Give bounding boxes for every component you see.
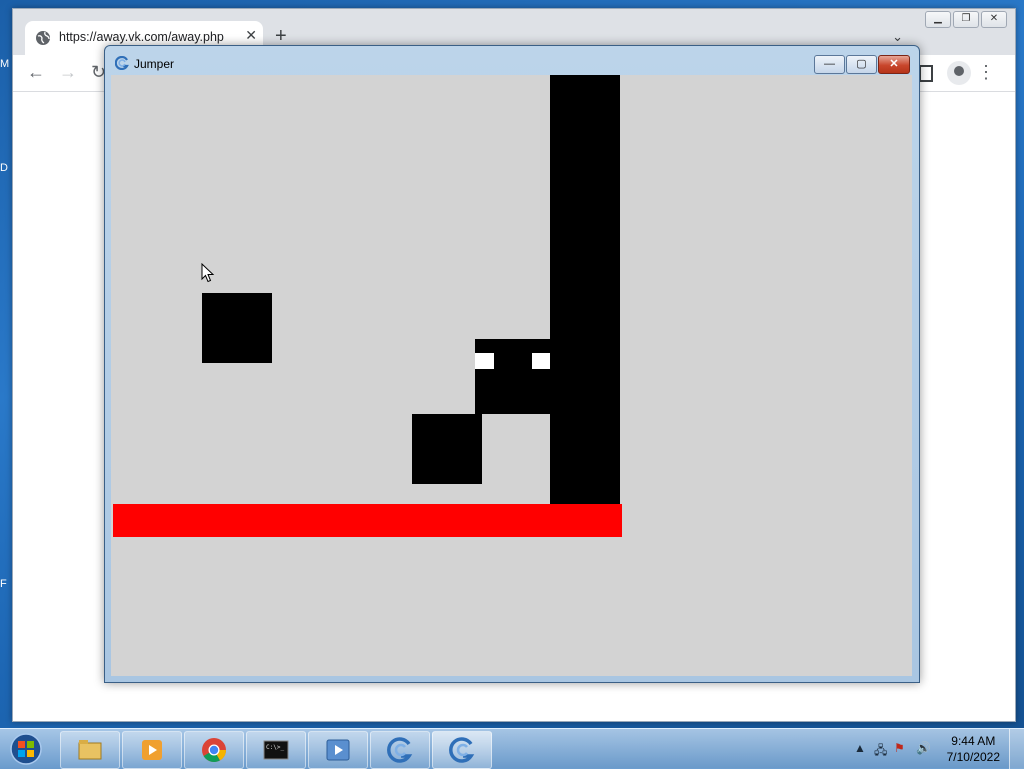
more-menu-icon[interactable]: ⋮ bbox=[977, 62, 995, 83]
show-hidden-icons-icon[interactable]: ▲ bbox=[854, 741, 866, 755]
ground-block bbox=[412, 414, 482, 484]
globe-icon bbox=[36, 31, 50, 45]
taskbar-jumper-button[interactable] bbox=[370, 731, 430, 769]
taskbar-jumper-button-active[interactable] bbox=[432, 731, 492, 769]
windows-taskbar: C:\>_ ▲ 🖧 ⚑ 🔊 9:44 AM 7/10/2022 bbox=[0, 728, 1024, 769]
taskbar-media-player-button[interactable] bbox=[122, 731, 182, 769]
red-floor-platform bbox=[113, 504, 622, 537]
taskbar-video-player-button[interactable] bbox=[308, 731, 368, 769]
taskbar-explorer-button[interactable] bbox=[60, 731, 120, 769]
jumper-window: Jumper — ▢ ✕ bbox=[104, 45, 920, 683]
chrome-icon bbox=[202, 738, 226, 763]
folder-icon bbox=[78, 740, 102, 760]
chevron-down-icon[interactable]: ⌄ bbox=[892, 29, 903, 45]
start-button-windows-icon[interactable] bbox=[6, 731, 46, 767]
jumper-app-icon bbox=[387, 737, 413, 763]
close-button[interactable]: ✕ bbox=[878, 55, 910, 74]
jumper-app-icon bbox=[449, 737, 475, 763]
media-player-icon bbox=[142, 740, 162, 760]
taskbar-chrome-button[interactable] bbox=[184, 731, 244, 769]
game-canvas[interactable] bbox=[111, 75, 912, 676]
forward-arrow-icon[interactable]: → bbox=[59, 63, 77, 81]
jumper-app-icon bbox=[115, 56, 129, 70]
maximize-button[interactable]: ▢ bbox=[846, 55, 877, 74]
player-left-eye bbox=[475, 353, 494, 369]
close-tab-icon[interactable]: ✕ bbox=[245, 27, 257, 44]
command-prompt-icon: C:\>_ bbox=[263, 740, 289, 760]
floating-block bbox=[202, 293, 272, 363]
clock-time: 9:44 AM bbox=[951, 734, 996, 748]
video-player-icon bbox=[326, 739, 350, 761]
restore-button[interactable]: ❐ bbox=[953, 11, 979, 28]
svg-text:C:\>_: C:\>_ bbox=[266, 744, 284, 751]
minimize-button[interactable]: ▁ bbox=[925, 11, 951, 28]
clock[interactable]: 9:44 AM 7/10/2022 bbox=[947, 733, 1000, 765]
tab-title: https://away.vk.com/away.php bbox=[59, 30, 224, 44]
side-panel-icon[interactable] bbox=[919, 65, 933, 82]
browser-window-controls: ▁ ❐ ✕ bbox=[925, 11, 1007, 28]
close-button[interactable]: ✕ bbox=[981, 11, 1007, 28]
clock-date: 7/10/2022 bbox=[946, 750, 1000, 764]
plus-icon[interactable]: + bbox=[275, 26, 287, 46]
taskbar-cmd-button[interactable]: C:\>_ bbox=[246, 731, 306, 769]
action-center-flag-icon[interactable]: ⚑ bbox=[894, 741, 905, 755]
profile-avatar-icon[interactable] bbox=[947, 61, 971, 85]
minimize-button[interactable]: — bbox=[814, 55, 845, 74]
network-icon[interactable]: 🖧 bbox=[874, 741, 887, 762]
window-title: Jumper bbox=[134, 57, 175, 71]
player-character bbox=[475, 339, 550, 414]
back-arrow-icon[interactable]: ← bbox=[27, 63, 45, 81]
system-tray: ▲ 🖧 ⚑ 🔊 9:44 AM 7/10/2022 bbox=[834, 729, 1024, 769]
volume-icon[interactable]: 🔊 bbox=[916, 741, 931, 755]
player-right-eye bbox=[532, 353, 550, 369]
tall-pillar-block bbox=[550, 75, 620, 505]
show-desktop-button[interactable] bbox=[1009, 729, 1024, 769]
mouse-cursor-icon bbox=[201, 263, 215, 283]
